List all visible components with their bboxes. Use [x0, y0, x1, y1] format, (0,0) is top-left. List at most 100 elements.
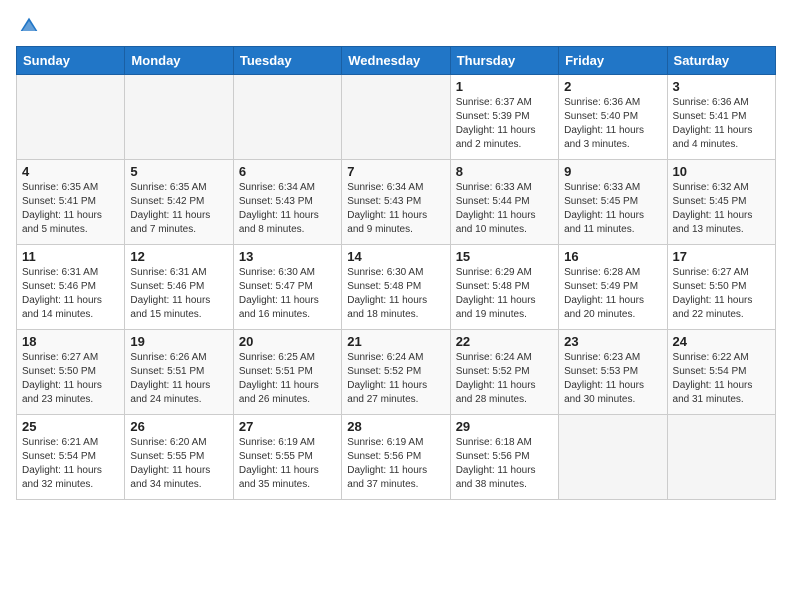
day-info: Sunrise: 6:33 AM Sunset: 5:45 PM Dayligh… [564, 181, 661, 237]
calendar-day-cell: 12 Sunrise: 6:31 AM Sunset: 5:46 PM Dayli… [125, 245, 233, 330]
day-number: 4 [22, 164, 119, 179]
day-number: 3 [673, 79, 770, 94]
calendar-day-cell: 1 Sunrise: 6:37 AM Sunset: 5:39 PM Daylig… [450, 75, 558, 160]
day-info: Sunrise: 6:31 AM Sunset: 5:46 PM Dayligh… [130, 266, 227, 322]
day-info: Sunrise: 6:23 AM Sunset: 5:53 PM Dayligh… [564, 351, 661, 407]
day-number: 12 [130, 249, 227, 264]
calendar-day-cell: 28Sunrise: 6:19 AM Sunset: 5:56 PM Dayli… [342, 415, 450, 500]
calendar-day-cell: 13 Sunrise: 6:30 AM Sunset: 5:47 PM Dayli… [233, 245, 341, 330]
calendar-day-cell: 27 Sunrise: 6:19 AM Sunset: 5:55 PM Dayli… [233, 415, 341, 500]
calendar-week-row: 4 Sunrise: 6:35 AM Sunset: 5:41 PM Daylig… [17, 160, 776, 245]
calendar-day-cell: 5Sunrise: 6:35 AM Sunset: 5:42 PM Daylig… [125, 160, 233, 245]
calendar-week-row: 25 Sunrise: 6:21 AM Sunset: 5:54 PM Dayli… [17, 415, 776, 500]
calendar-week-row: 11 Sunrise: 6:31 AM Sunset: 5:46 PM Dayli… [17, 245, 776, 330]
calendar-day-cell [667, 415, 775, 500]
calendar-day-cell: 23Sunrise: 6:23 AM Sunset: 5:53 PM Dayli… [559, 330, 667, 415]
calendar-day-cell: 7 Sunrise: 6:34 AM Sunset: 5:43 PM Daylig… [342, 160, 450, 245]
day-info: Sunrise: 6:18 AM Sunset: 5:56 PM Dayligh… [456, 436, 553, 492]
day-info: Sunrise: 6:31 AM Sunset: 5:46 PM Dayligh… [22, 266, 119, 322]
weekday-header: Thursday [450, 47, 558, 75]
day-number: 7 [347, 164, 444, 179]
calendar-week-row: 1 Sunrise: 6:37 AM Sunset: 5:39 PM Daylig… [17, 75, 776, 160]
calendar-day-cell: 19 Sunrise: 6:26 AM Sunset: 5:51 PM Dayli… [125, 330, 233, 415]
day-number: 15 [456, 249, 553, 264]
day-info: Sunrise: 6:36 AM Sunset: 5:41 PM Dayligh… [673, 96, 770, 152]
day-number: 17 [673, 249, 770, 264]
calendar-day-cell: 14 Sunrise: 6:30 AM Sunset: 5:48 PM Dayli… [342, 245, 450, 330]
calendar-day-cell: 18 Sunrise: 6:27 AM Sunset: 5:50 PM Dayli… [17, 330, 125, 415]
day-number: 14 [347, 249, 444, 264]
calendar-day-cell: 11 Sunrise: 6:31 AM Sunset: 5:46 PM Dayli… [17, 245, 125, 330]
day-info: Sunrise: 6:27 AM Sunset: 5:50 PM Dayligh… [673, 266, 770, 322]
day-number: 24 [673, 334, 770, 349]
calendar-day-cell: 20Sunrise: 6:25 AM Sunset: 5:51 PM Dayli… [233, 330, 341, 415]
calendar-table: SundayMondayTuesdayWednesdayThursdayFrid… [16, 46, 776, 500]
calendar-day-cell: 4 Sunrise: 6:35 AM Sunset: 5:41 PM Daylig… [17, 160, 125, 245]
day-info: Sunrise: 6:34 AM Sunset: 5:43 PM Dayligh… [239, 181, 336, 237]
day-number: 18 [22, 334, 119, 349]
day-number: 25 [22, 419, 119, 434]
day-info: Sunrise: 6:35 AM Sunset: 5:41 PM Dayligh… [22, 181, 119, 237]
day-info: Sunrise: 6:30 AM Sunset: 5:48 PM Dayligh… [347, 266, 444, 322]
weekday-header: Tuesday [233, 47, 341, 75]
calendar-day-cell [17, 75, 125, 160]
weekday-header: Monday [125, 47, 233, 75]
day-number: 29 [456, 419, 553, 434]
day-info: Sunrise: 6:26 AM Sunset: 5:51 PM Dayligh… [130, 351, 227, 407]
calendar-day-cell [125, 75, 233, 160]
weekday-header: Friday [559, 47, 667, 75]
calendar-day-cell: 21 Sunrise: 6:24 AM Sunset: 5:52 PM Dayli… [342, 330, 450, 415]
day-info: Sunrise: 6:21 AM Sunset: 5:54 PM Dayligh… [22, 436, 119, 492]
calendar-day-cell: 25 Sunrise: 6:21 AM Sunset: 5:54 PM Dayli… [17, 415, 125, 500]
calendar-day-cell: 8 Sunrise: 6:33 AM Sunset: 5:44 PM Daylig… [450, 160, 558, 245]
day-number: 1 [456, 79, 553, 94]
day-info: Sunrise: 6:37 AM Sunset: 5:39 PM Dayligh… [456, 96, 553, 152]
calendar-header: SundayMondayTuesdayWednesdayThursdayFrid… [17, 47, 776, 75]
day-number: 16 [564, 249, 661, 264]
calendar-body: 1 Sunrise: 6:37 AM Sunset: 5:39 PM Daylig… [17, 75, 776, 500]
day-number: 9 [564, 164, 661, 179]
day-number: 19 [130, 334, 227, 349]
day-number: 10 [673, 164, 770, 179]
day-number: 11 [22, 249, 119, 264]
weekday-header: Wednesday [342, 47, 450, 75]
calendar-day-cell: 2Sunrise: 6:36 AM Sunset: 5:40 PM Daylig… [559, 75, 667, 160]
day-number: 6 [239, 164, 336, 179]
day-info: Sunrise: 6:35 AM Sunset: 5:42 PM Dayligh… [130, 181, 227, 237]
day-info: Sunrise: 6:32 AM Sunset: 5:45 PM Dayligh… [673, 181, 770, 237]
calendar-day-cell [233, 75, 341, 160]
logo [16, 16, 39, 36]
logo-icon [19, 16, 39, 36]
calendar-day-cell: 24 Sunrise: 6:22 AM Sunset: 5:54 PM Dayli… [667, 330, 775, 415]
calendar-day-cell [559, 415, 667, 500]
calendar-day-cell: 16 Sunrise: 6:28 AM Sunset: 5:49 PM Dayli… [559, 245, 667, 330]
day-number: 21 [347, 334, 444, 349]
calendar-week-row: 18 Sunrise: 6:27 AM Sunset: 5:50 PM Dayli… [17, 330, 776, 415]
day-info: Sunrise: 6:34 AM Sunset: 5:43 PM Dayligh… [347, 181, 444, 237]
day-number: 27 [239, 419, 336, 434]
day-number: 26 [130, 419, 227, 434]
day-info: Sunrise: 6:22 AM Sunset: 5:54 PM Dayligh… [673, 351, 770, 407]
page-header [16, 16, 776, 36]
day-info: Sunrise: 6:29 AM Sunset: 5:48 PM Dayligh… [456, 266, 553, 322]
day-info: Sunrise: 6:20 AM Sunset: 5:55 PM Dayligh… [130, 436, 227, 492]
day-info: Sunrise: 6:19 AM Sunset: 5:56 PM Dayligh… [347, 436, 444, 492]
day-info: Sunrise: 6:33 AM Sunset: 5:44 PM Dayligh… [456, 181, 553, 237]
day-info: Sunrise: 6:30 AM Sunset: 5:47 PM Dayligh… [239, 266, 336, 322]
day-number: 13 [239, 249, 336, 264]
day-info: Sunrise: 6:36 AM Sunset: 5:40 PM Dayligh… [564, 96, 661, 152]
day-info: Sunrise: 6:25 AM Sunset: 5:51 PM Dayligh… [239, 351, 336, 407]
day-number: 22 [456, 334, 553, 349]
calendar-day-cell: 15 Sunrise: 6:29 AM Sunset: 5:48 PM Dayli… [450, 245, 558, 330]
calendar-day-cell: 9 Sunrise: 6:33 AM Sunset: 5:45 PM Daylig… [559, 160, 667, 245]
calendar-day-cell: 22Sunrise: 6:24 AM Sunset: 5:52 PM Dayli… [450, 330, 558, 415]
day-number: 8 [456, 164, 553, 179]
day-info: Sunrise: 6:24 AM Sunset: 5:52 PM Dayligh… [347, 351, 444, 407]
calendar-day-cell: 29 Sunrise: 6:18 AM Sunset: 5:56 PM Dayli… [450, 415, 558, 500]
day-info: Sunrise: 6:27 AM Sunset: 5:50 PM Dayligh… [22, 351, 119, 407]
day-info: Sunrise: 6:19 AM Sunset: 5:55 PM Dayligh… [239, 436, 336, 492]
calendar-day-cell: 17 Sunrise: 6:27 AM Sunset: 5:50 PM Dayli… [667, 245, 775, 330]
calendar-day-cell: 10 Sunrise: 6:32 AM Sunset: 5:45 PM Dayli… [667, 160, 775, 245]
day-info: Sunrise: 6:28 AM Sunset: 5:49 PM Dayligh… [564, 266, 661, 322]
calendar-day-cell [342, 75, 450, 160]
